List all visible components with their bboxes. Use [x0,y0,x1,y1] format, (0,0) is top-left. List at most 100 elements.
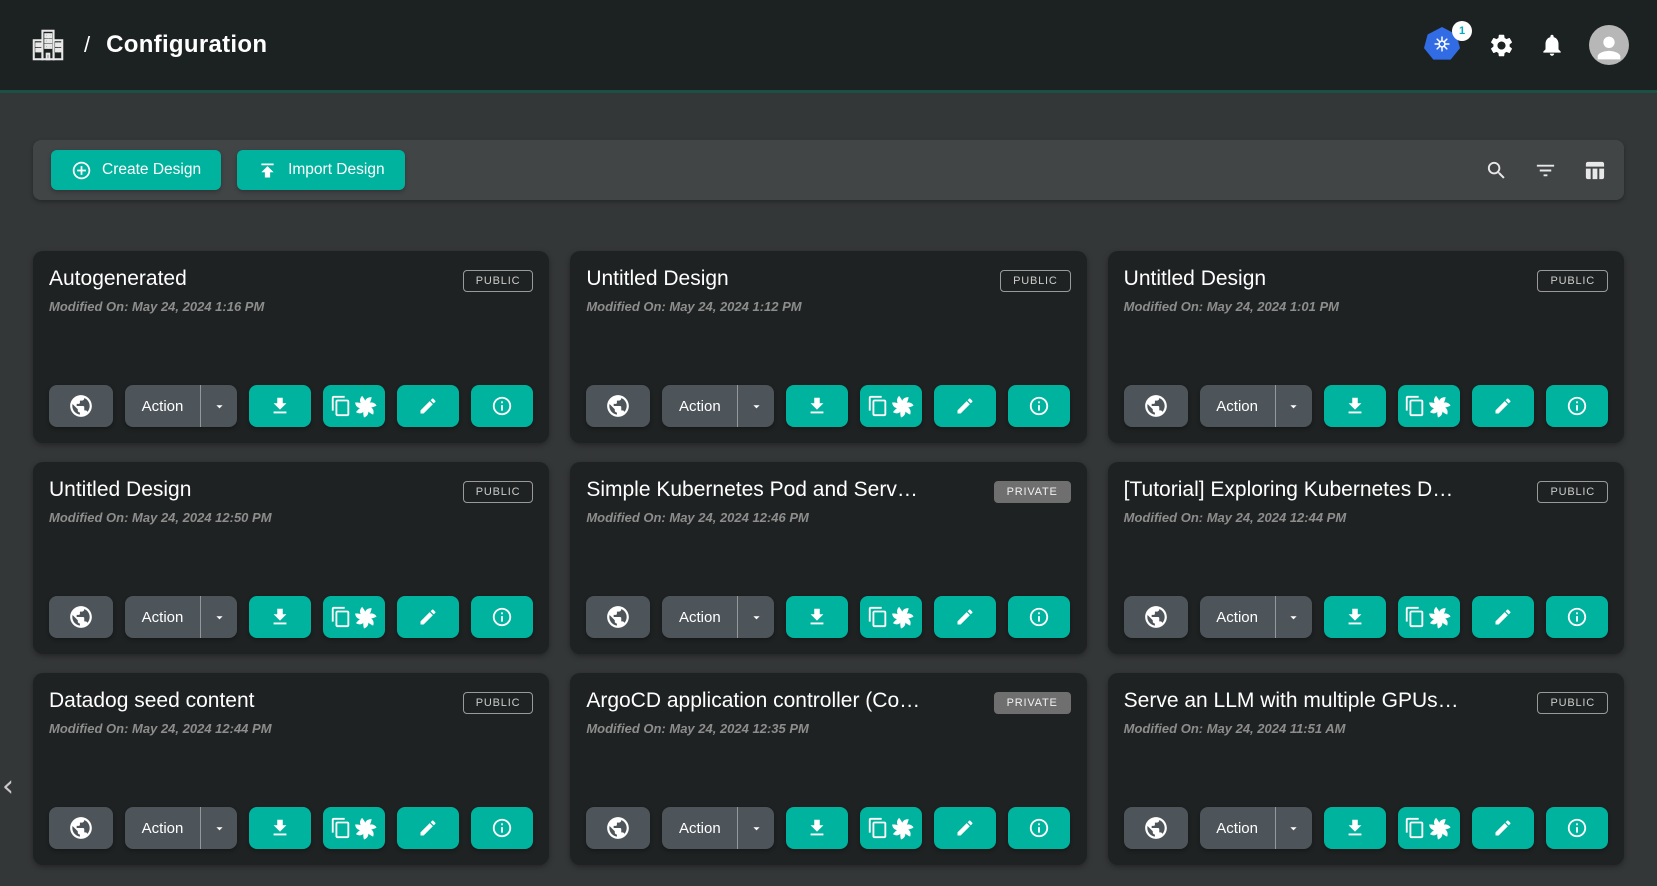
download-button[interactable] [249,385,311,427]
info-button[interactable] [1008,385,1070,427]
search-icon[interactable] [1485,159,1508,182]
edit-button[interactable] [1472,807,1534,849]
visibility-globe-button[interactable] [1124,385,1188,427]
info-button[interactable] [1008,807,1070,849]
clone-button[interactable] [323,385,385,427]
user-avatar[interactable] [1589,25,1629,65]
download-button[interactable] [249,807,311,849]
pencil-icon [955,818,975,838]
edit-button[interactable] [397,807,459,849]
create-design-label: Create Design [102,161,201,179]
action-dropdown-toggle[interactable] [738,821,774,836]
action-dropdown-toggle[interactable] [738,399,774,414]
visibility-badge: PRIVATE [994,481,1071,503]
action-dropdown-toggle[interactable] [201,399,237,414]
action-split-button[interactable]: Action [662,807,774,849]
clone-button[interactable] [323,807,385,849]
drawer-collapse-chevron[interactable]: ‹ [2,772,14,802]
visibility-globe-button[interactable] [1124,807,1188,849]
card-actions: Action [586,385,1070,427]
edit-button[interactable] [934,596,996,638]
notifications-bell-icon[interactable] [1539,32,1565,58]
pencil-icon [418,607,438,627]
download-button[interactable] [1324,385,1386,427]
settings-gear-icon[interactable] [1488,32,1515,59]
clone-button[interactable] [860,807,922,849]
clone-button[interactable] [1398,596,1460,638]
info-icon [1566,606,1588,628]
info-button[interactable] [471,385,533,427]
kanvas-swirl-icon [1426,604,1453,631]
info-button[interactable] [1546,596,1608,638]
visibility-globe-button[interactable] [49,385,113,427]
globe-icon [605,815,631,841]
visibility-globe-button[interactable] [49,596,113,638]
action-dropdown-toggle[interactable] [201,821,237,836]
info-button[interactable] [1546,385,1608,427]
info-button[interactable] [471,596,533,638]
filter-icon[interactable] [1534,159,1557,182]
edit-button[interactable] [1472,385,1534,427]
card-actions: Action [1124,596,1608,638]
clone-button[interactable] [860,385,922,427]
visibility-globe-button[interactable] [586,596,650,638]
clone-button[interactable] [1398,385,1460,427]
copy-icon [1404,606,1426,628]
copy-icon [1404,395,1426,417]
designs-toolbar: Create Design Import Design [33,140,1624,200]
edit-button[interactable] [934,385,996,427]
kanvas-swirl-icon [1426,815,1453,842]
visibility-globe-button[interactable] [586,385,650,427]
action-split-button[interactable]: Action [1200,385,1312,427]
download-button[interactable] [786,807,848,849]
kanvas-swirl-icon [352,815,379,842]
download-icon [1344,606,1366,628]
edit-button[interactable] [1472,596,1534,638]
action-split-button[interactable]: Action [1200,596,1312,638]
download-button[interactable] [786,385,848,427]
copy-icon [867,817,889,839]
building-icon[interactable] [28,26,68,64]
action-split-button[interactable]: Action [1200,807,1312,849]
action-dropdown-toggle[interactable] [1276,610,1312,625]
modified-timestamp: Modified On: May 24, 2024 12:35 PM [586,721,1070,736]
info-button[interactable] [1546,807,1608,849]
modified-timestamp: Modified On: May 24, 2024 12:46 PM [586,510,1070,525]
download-button[interactable] [786,596,848,638]
info-button[interactable] [471,807,533,849]
kubernetes-context-button[interactable]: 1 [1424,27,1464,63]
clone-button[interactable] [1398,807,1460,849]
download-button[interactable] [249,596,311,638]
action-split-button[interactable]: Action [662,385,774,427]
table-view-icon[interactable] [1583,159,1606,182]
info-button[interactable] [1008,596,1070,638]
create-design-button[interactable]: Create Design [51,150,221,190]
action-split-button[interactable]: Action [125,596,237,638]
visibility-globe-button[interactable] [1124,596,1188,638]
import-design-button[interactable]: Import Design [237,150,404,190]
action-dropdown-toggle[interactable] [1276,399,1312,414]
clone-button[interactable] [860,596,922,638]
design-card: [Tutorial] Exploring Kubernetes D… PUBLI… [1108,462,1624,654]
action-dropdown-toggle[interactable] [1276,821,1312,836]
download-icon [269,606,291,628]
clone-button[interactable] [323,596,385,638]
visibility-globe-button[interactable] [586,807,650,849]
visibility-globe-button[interactable] [49,807,113,849]
action-button-label: Action [662,609,737,626]
edit-button[interactable] [397,596,459,638]
action-dropdown-toggle[interactable] [738,610,774,625]
edit-button[interactable] [934,807,996,849]
action-split-button[interactable]: Action [125,807,237,849]
action-split-button[interactable]: Action [662,596,774,638]
pencil-icon [1493,818,1513,838]
modified-timestamp: Modified On: May 24, 2024 1:12 PM [586,299,1070,314]
download-button[interactable] [1324,807,1386,849]
copy-icon [330,817,352,839]
card-actions: Action [586,596,1070,638]
breadcrumb-separator: / [84,32,90,58]
action-dropdown-toggle[interactable] [201,610,237,625]
edit-button[interactable] [397,385,459,427]
download-button[interactable] [1324,596,1386,638]
action-split-button[interactable]: Action [125,385,237,427]
